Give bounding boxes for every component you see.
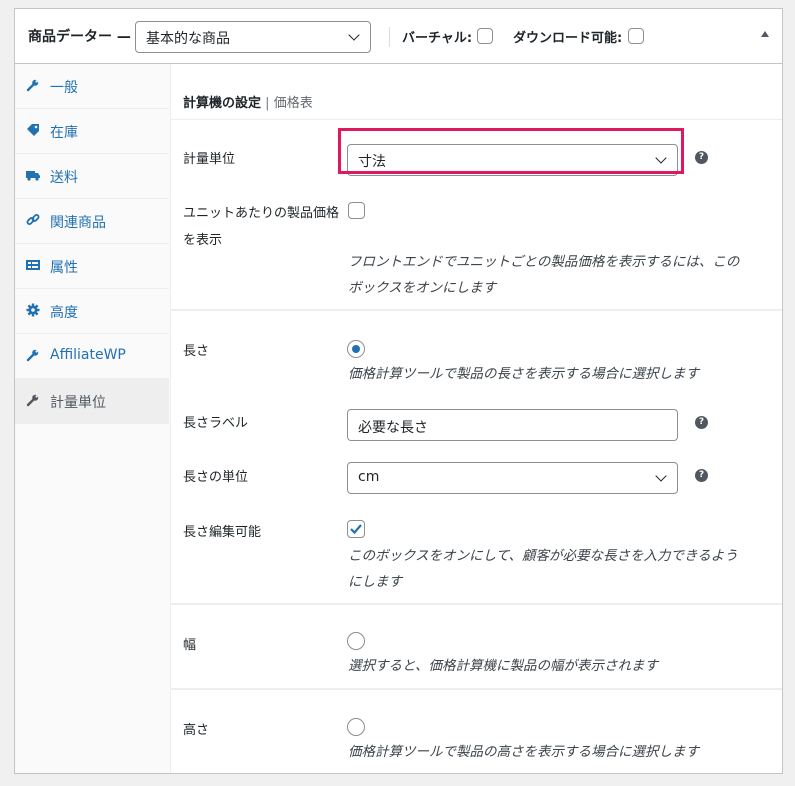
sidebar-item-label: 関連商品 <box>50 215 106 231</box>
sidebar-item-label: 属性 <box>50 260 78 276</box>
wrench-icon <box>26 348 40 362</box>
check-icon <box>350 524 362 535</box>
length-editable-checkbox[interactable] <box>347 520 365 538</box>
tab-separator: | <box>265 96 270 111</box>
truck-icon <box>26 168 40 182</box>
product-type-select[interactable]: 基本的な商品 <box>135 21 371 53</box>
divider <box>170 119 782 120</box>
length-editable-description: このボックスをオンにして、顧客が必要な長さを入力できるよう <box>348 548 738 564</box>
height-description: 価格計算ツールで製品の高さを表示する場合に選択します <box>348 744 699 760</box>
show-price-description-cont: ボックスをオンにします <box>348 280 497 296</box>
sidebar-item-shipping[interactable]: 送料 <box>15 154 169 199</box>
sidebar-item-affiliatewp[interactable]: AffiliateWP <box>15 334 169 379</box>
sidebar-item-measurement[interactable]: 計量単位 <box>15 379 169 424</box>
downloadable-checkbox[interactable] <box>628 28 644 44</box>
sidebar-item-label: 一般 <box>50 80 78 96</box>
length-unit-select[interactable]: cm <box>347 462 678 494</box>
length-label-input-value: 必要な長さ <box>358 420 428 436</box>
length-editable-description-cont: にします <box>348 574 402 590</box>
wrench-icon <box>26 78 40 92</box>
product-data-tabs: 一般 在庫 送料 関連商品 属性 高度 AffiliateWP 計量単位 <box>15 64 171 773</box>
width-description: 選択すると、価格計算機に製品の幅が表示されます <box>348 658 658 674</box>
sidebar-item-label: 送料 <box>50 170 78 186</box>
downloadable-label: ダウンロード可能: <box>513 31 623 46</box>
virtual-label: バーチャル: <box>402 31 473 46</box>
tab-pricing-table[interactable]: 価格表 <box>274 96 313 111</box>
list-icon <box>26 258 40 272</box>
sidebar-item-attributes[interactable]: 属性 <box>15 244 169 289</box>
length-editable-label: 長さ編集可能 <box>183 525 262 540</box>
length-label: 長さ <box>183 344 210 359</box>
chevron-down-icon <box>348 29 360 41</box>
link-icon <box>26 213 40 227</box>
gear-icon <box>26 303 40 317</box>
width-radio[interactable] <box>347 632 365 650</box>
product-data-header: 商品データー — 基本的な商品 バーチャル: ダウンロード可能: <box>15 9 782 64</box>
tag-icon <box>26 123 40 137</box>
length-unit-label: 長さの単位 <box>183 470 249 485</box>
show-price-label-cont: を表示 <box>183 233 223 248</box>
sidebar-item-label: 高度 <box>50 305 78 321</box>
wrench-icon <box>26 393 40 407</box>
length-description: 価格計算ツールで製品の長さを表示する場合に選択します <box>348 366 699 382</box>
help-icon[interactable]: ? <box>695 151 708 164</box>
divider <box>170 603 782 605</box>
unit-label: 計量単位 <box>183 152 236 167</box>
product-type-value: 基本的な商品 <box>146 31 230 47</box>
sidebar-item-inventory[interactable]: 在庫 <box>15 109 169 154</box>
chevron-down-icon <box>655 470 667 482</box>
sidebar-item-advanced[interactable]: 高度 <box>15 289 169 334</box>
tab-calculator-settings[interactable]: 計算機の設定 <box>183 96 261 111</box>
height-radio[interactable] <box>347 718 365 736</box>
help-icon[interactable]: ? <box>695 416 708 429</box>
show-price-label: ユニットあたりの製品価格 <box>183 206 340 221</box>
divider <box>170 309 782 311</box>
settings-tabs: 計算機の設定 | 価格表 <box>183 92 313 111</box>
panel-title: 商品データー — <box>28 29 131 45</box>
width-label: 幅 <box>183 638 197 653</box>
length-radio[interactable] <box>347 340 365 358</box>
show-price-checkbox[interactable] <box>348 202 365 219</box>
collapse-toggle-icon[interactable] <box>761 31 769 37</box>
product-data-panel: 商品データー — 基本的な商品 バーチャル: ダウンロード可能: 一般 在庫 送… <box>14 8 783 774</box>
help-icon[interactable]: ? <box>695 469 708 482</box>
sidebar-item-linked-products[interactable]: 関連商品 <box>15 199 169 244</box>
divider <box>170 688 782 690</box>
show-price-description: フロントエンドでユニットごとの製品価格を表示するには、この <box>348 254 740 270</box>
sidebar-item-general[interactable]: 一般 <box>15 64 169 109</box>
height-label: 高さ <box>183 723 210 738</box>
sidebar-item-label: 計量単位 <box>50 395 106 411</box>
sidebar-item-label: 在庫 <box>50 125 78 141</box>
length-unit-value: cm <box>358 469 380 485</box>
length-label-field-label: 長さラベル <box>183 416 249 431</box>
sidebar-item-label: AffiliateWP <box>50 347 126 363</box>
header-divider <box>389 27 390 47</box>
length-label-input[interactable]: 必要な長さ <box>347 409 678 441</box>
virtual-checkbox[interactable] <box>477 28 493 44</box>
unit-select-highlight <box>338 128 684 174</box>
